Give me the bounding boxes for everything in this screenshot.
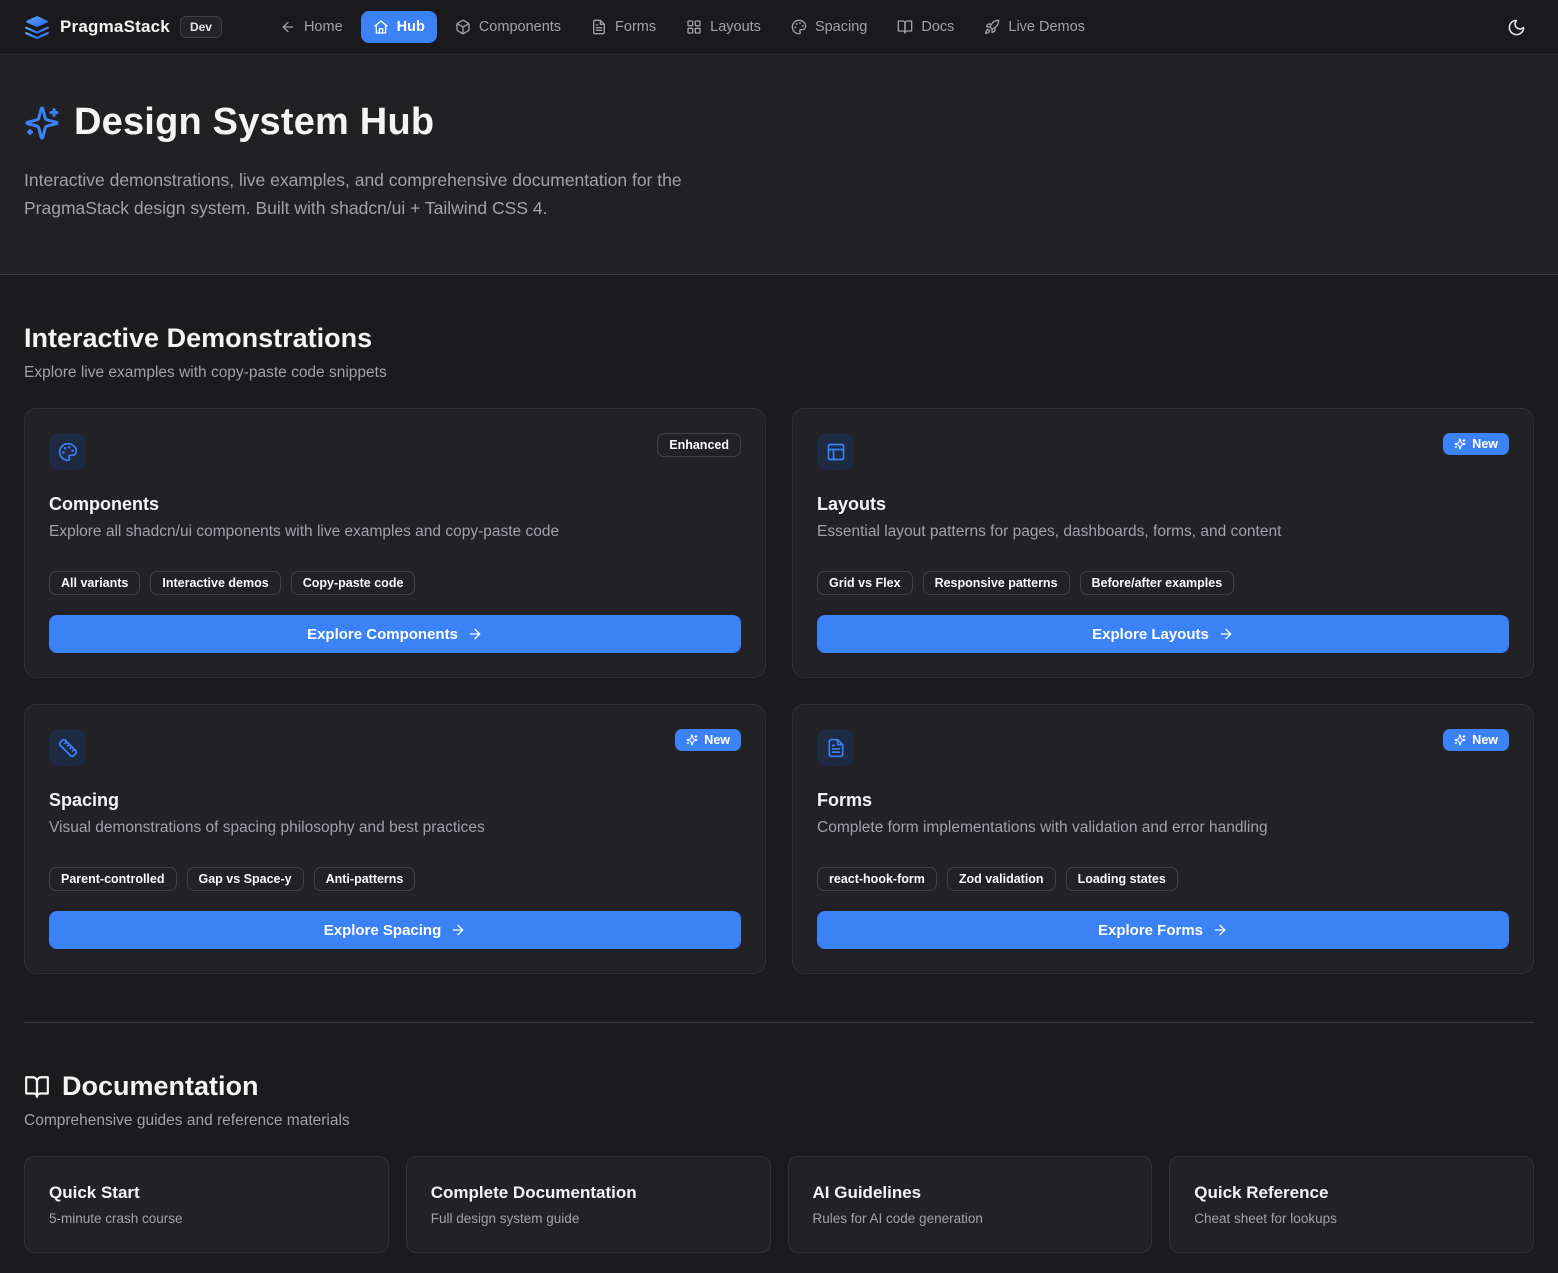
tag-zod-validation: Zod validation — [947, 867, 1056, 891]
demo-card-layouts: New Layouts Essential layout patterns fo… — [792, 408, 1534, 678]
doc-card-title: Quick Start — [49, 1183, 364, 1203]
package-icon — [455, 19, 471, 35]
tag-before-after-examples: Before/after examples — [1080, 571, 1235, 595]
doc-card-title: AI Guidelines — [813, 1183, 1128, 1203]
tag-parent-controlled: Parent-controlled — [49, 867, 177, 891]
doc-card-grid: Quick Start 5-minute crash course Comple… — [24, 1156, 1534, 1273]
doc-card-description: Full design system guide — [431, 1211, 746, 1226]
card-description: Complete form implementations with valid… — [817, 819, 1509, 837]
card-description: Explore all shadcn/ui components with li… — [49, 523, 741, 541]
top-navbar: PragmaStack Dev Home Hub Components Form… — [0, 0, 1558, 55]
nav-item-live-demos[interactable]: Live Demos — [972, 11, 1097, 43]
layout-grid-icon — [686, 19, 702, 35]
sparkles-icon — [24, 105, 60, 141]
file-text-icon — [826, 738, 846, 758]
hero-section: Design System Hub Interactive demonstrat… — [0, 55, 1558, 275]
tag-gap-vs-space-y: Gap vs Space-y — [187, 867, 304, 891]
nav-item-docs[interactable]: Docs — [885, 11, 966, 43]
doc-card-description: 5-minute crash course — [49, 1211, 364, 1226]
status-badge: Enhanced — [657, 433, 741, 457]
book-open-icon — [897, 19, 913, 35]
arrow-left-icon — [280, 19, 296, 35]
tag-list: react-hook-form Zod validation Loading sta… — [817, 867, 1509, 891]
tag-interactive-demos: Interactive demos — [150, 571, 280, 595]
tag-anti-patterns: Anti-patterns — [314, 867, 416, 891]
book-open-icon — [24, 1074, 50, 1100]
moon-icon — [1507, 18, 1526, 37]
docs-subheading: Comprehensive guides and reference mater… — [24, 1112, 1534, 1130]
ruler-icon — [58, 738, 78, 758]
explore-spacing-button[interactable]: Explore Spacing — [49, 911, 741, 949]
card-icon-tile — [49, 433, 86, 470]
demo-card-components: Enhanced Components Explore all shadcn/u… — [24, 408, 766, 678]
sparkles-icon — [686, 734, 698, 746]
palette-icon — [58, 442, 78, 462]
doc-card-complete-documentation[interactable]: Complete Documentation Full design syste… — [406, 1156, 771, 1253]
sparkles-icon — [1454, 438, 1466, 450]
tag-list: Parent-controlled Gap vs Space-y Anti-patt… — [49, 867, 741, 891]
home-icon — [373, 19, 389, 35]
card-icon-tile — [49, 729, 86, 766]
doc-card-description: Rules for AI code generation — [813, 1211, 1128, 1226]
card-icon-tile — [817, 433, 854, 470]
status-badge: New — [675, 729, 741, 751]
status-badge: New — [1443, 729, 1509, 751]
nav-item-layouts[interactable]: Layouts — [674, 11, 773, 43]
explore-forms-button[interactable]: Explore Forms — [817, 911, 1509, 949]
theme-toggle-button[interactable] — [1498, 9, 1534, 45]
tag-copy-paste-code: Copy-paste code — [291, 571, 416, 595]
rocket-icon — [984, 19, 1000, 35]
doc-card-title: Complete Documentation — [431, 1183, 746, 1203]
arrow-right-icon — [450, 922, 466, 938]
card-description: Essential layout patterns for pages, das… — [817, 523, 1509, 541]
demo-card-grid: Enhanced Components Explore all shadcn/u… — [24, 408, 1534, 974]
doc-card-title: Quick Reference — [1194, 1183, 1509, 1203]
brand-logo[interactable]: PragmaStack Dev — [24, 14, 222, 40]
nav-item-home[interactable]: Home — [268, 11, 355, 43]
status-badge: New — [1443, 433, 1509, 455]
doc-card-description: Cheat sheet for lookups — [1194, 1211, 1509, 1226]
card-icon-tile — [817, 729, 854, 766]
docs-heading: Documentation — [24, 1071, 1534, 1102]
card-title: Layouts — [817, 494, 1509, 515]
dev-badge: Dev — [180, 16, 222, 38]
tag-list: All variants Interactive demos Copy-paste … — [49, 571, 741, 595]
nav-item-spacing[interactable]: Spacing — [779, 11, 879, 43]
brand-name: PragmaStack — [60, 17, 170, 37]
card-title: Spacing — [49, 790, 741, 811]
tag-react-hook-form: react-hook-form — [817, 867, 937, 891]
doc-card-quick-start[interactable]: Quick Start 5-minute crash course — [24, 1156, 389, 1253]
demo-card-forms: New Forms Complete form implementations … — [792, 704, 1534, 974]
explore-layouts-button[interactable]: Explore Layouts — [817, 615, 1509, 653]
page-title: Design System Hub — [74, 101, 434, 144]
arrow-right-icon — [1218, 626, 1234, 642]
nav-item-hub[interactable]: Hub — [361, 11, 437, 43]
palette-icon — [791, 19, 807, 35]
sparkles-icon — [1454, 734, 1466, 746]
tag-responsive-patterns: Responsive patterns — [923, 571, 1070, 595]
nav-item-components[interactable]: Components — [443, 11, 573, 43]
card-title: Forms — [817, 790, 1509, 811]
doc-card-ai-guidelines[interactable]: AI Guidelines Rules for AI code generati… — [788, 1156, 1153, 1253]
tag-list: Grid vs Flex Responsive patterns Before/af… — [817, 571, 1509, 595]
tag-loading-states: Loading states — [1066, 867, 1178, 891]
explore-components-button[interactable]: Explore Components — [49, 615, 741, 653]
doc-card-quick-reference[interactable]: Quick Reference Cheat sheet for lookups — [1169, 1156, 1534, 1253]
tag-all-variants: All variants — [49, 571, 140, 595]
demos-subheading: Explore live examples with copy-paste co… — [24, 364, 1534, 382]
tag-grid-vs-flex: Grid vs Flex — [817, 571, 913, 595]
page-subtitle: Interactive demonstrations, live example… — [24, 166, 769, 222]
arrow-right-icon — [1212, 922, 1228, 938]
layout-icon — [826, 442, 846, 462]
card-description: Visual demonstrations of spacing philoso… — [49, 819, 741, 837]
demo-card-spacing: New Spacing Visual demonstrations of spa… — [24, 704, 766, 974]
layers-icon — [24, 14, 50, 40]
arrow-right-icon — [467, 626, 483, 642]
file-text-icon — [591, 19, 607, 35]
nav-items: Home Hub Components Forms Layouts Spacin… — [268, 11, 1470, 43]
nav-item-forms[interactable]: Forms — [579, 11, 668, 43]
card-title: Components — [49, 494, 741, 515]
demos-heading: Interactive Demonstrations — [24, 323, 1534, 354]
